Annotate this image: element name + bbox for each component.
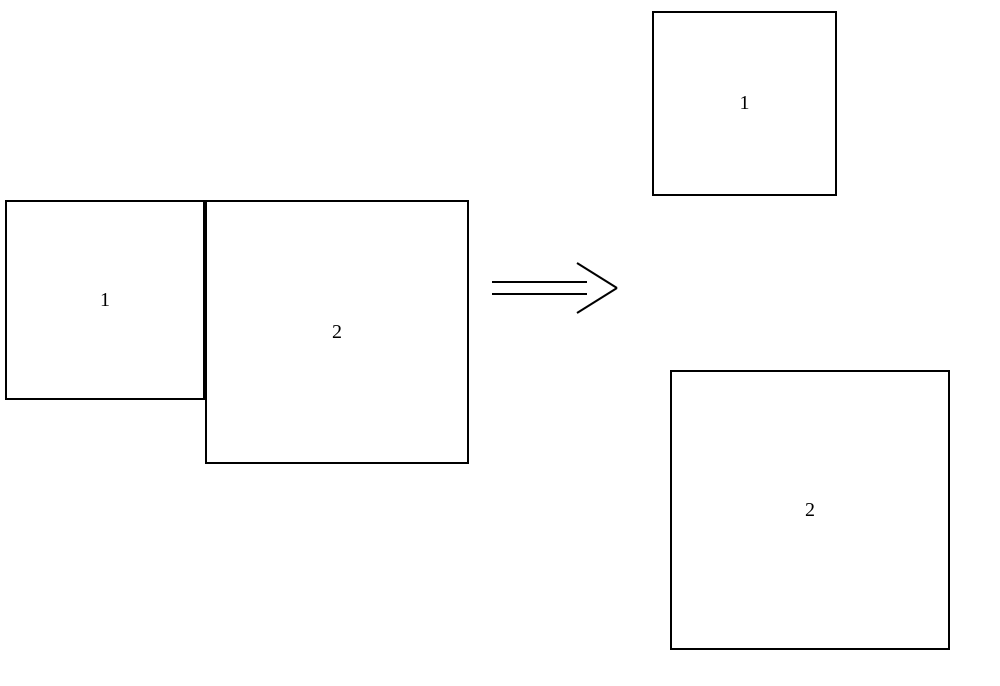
left-box-2-label: 2 <box>332 321 342 344</box>
left-box-1-label: 1 <box>100 289 110 312</box>
right-box-1-label: 1 <box>740 92 750 115</box>
right-box-2-label: 2 <box>805 499 815 522</box>
left-box-1: 1 <box>5 200 205 400</box>
double-arrow-icon <box>492 258 622 318</box>
right-box-1: 1 <box>652 11 837 196</box>
left-box-2: 2 <box>205 200 469 464</box>
right-box-2: 2 <box>670 370 950 650</box>
